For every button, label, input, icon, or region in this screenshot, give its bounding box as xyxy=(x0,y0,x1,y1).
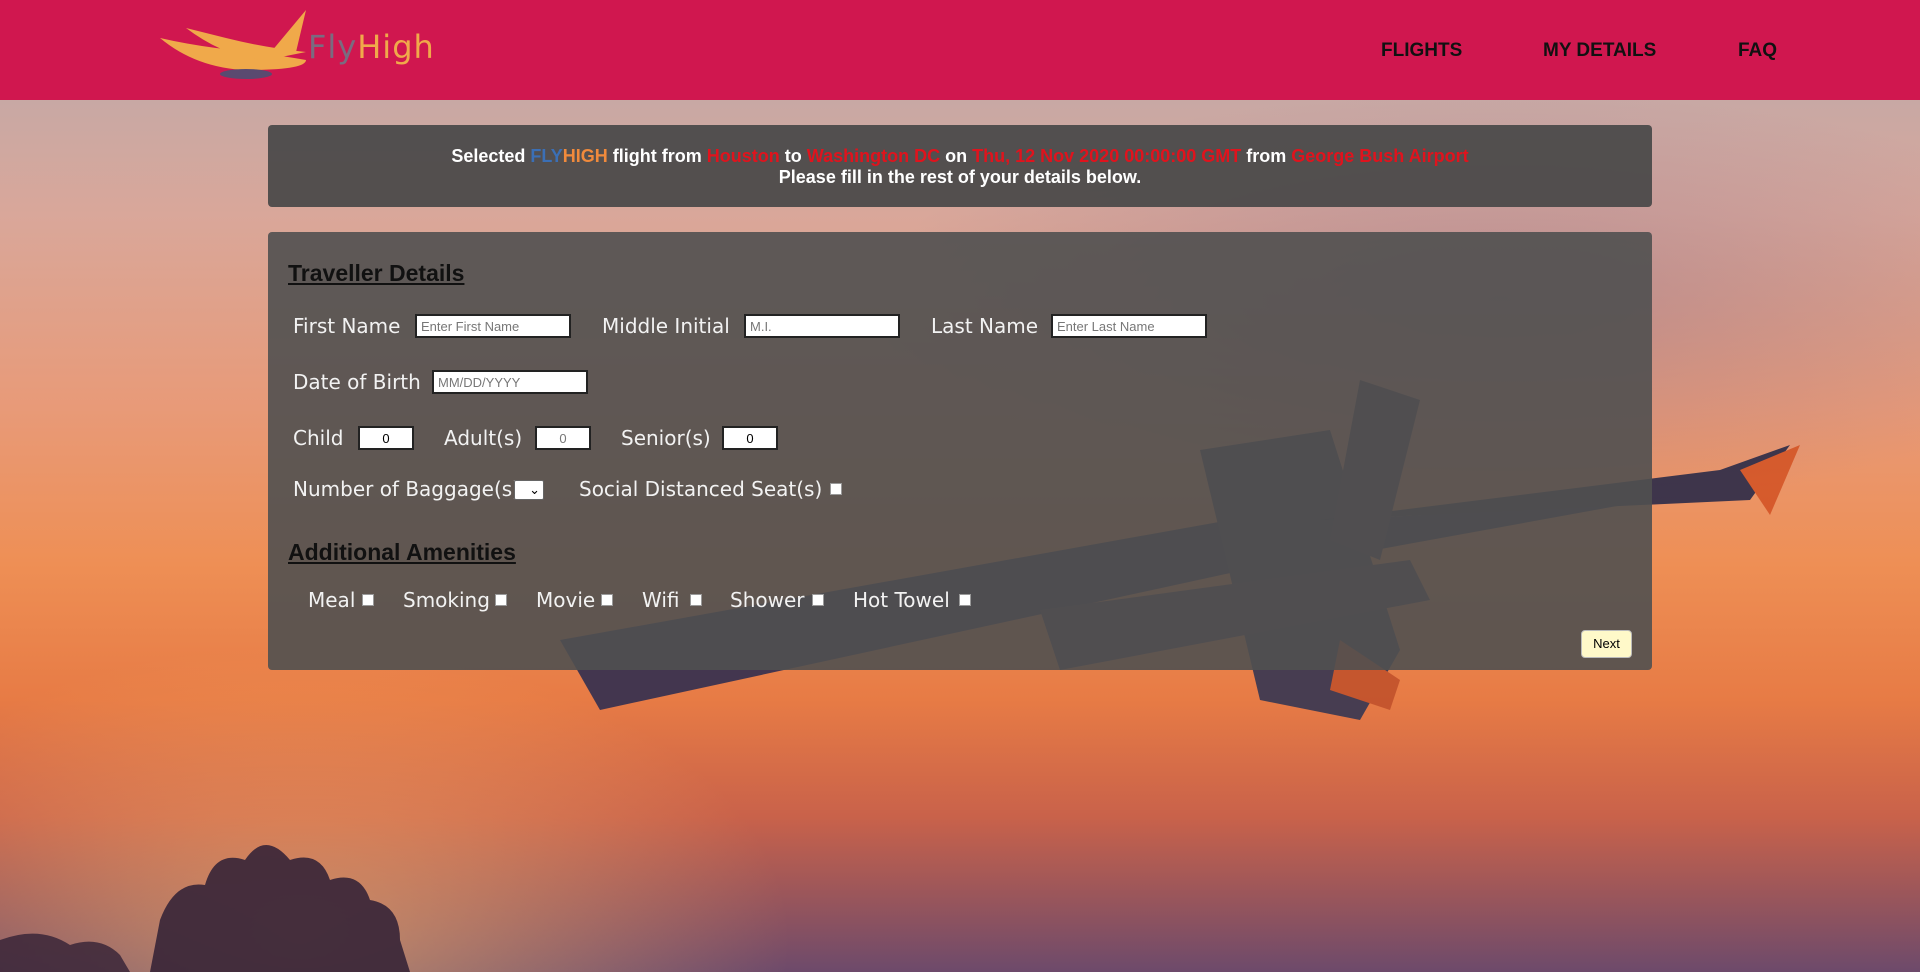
nav-link-faq[interactable]: FAQ xyxy=(1738,40,1777,62)
middle-initial-input[interactable] xyxy=(744,314,900,338)
chevron-down-icon: ⌄ xyxy=(529,482,540,497)
flight-summary-banner: Selected FLYHIGH flight from Houston to … xyxy=(268,125,1652,207)
social-distanced-seat-label: Social Distanced Seat(s) xyxy=(579,477,823,501)
summary-instructions: Please fill in the rest of your details … xyxy=(778,167,1142,187)
amenity-wifi-label: Wifi xyxy=(642,588,680,612)
first-name-label: First Name xyxy=(293,314,401,338)
child-count-input[interactable] xyxy=(358,426,414,450)
summary-word-from: from xyxy=(1246,146,1287,166)
middle-initial-label: Middle Initial xyxy=(602,314,730,338)
amenity-hot-towel-label: Hot Towel xyxy=(853,588,950,612)
nav-link-my-details[interactable]: MY DETAILS xyxy=(1543,40,1656,62)
summary-brand-fly: FLY xyxy=(530,146,563,166)
summary-brand-high: HIGH xyxy=(562,146,608,166)
nav-link-flights[interactable]: FLIGHTS xyxy=(1381,40,1462,62)
flight-summary-line: Selected FLYHIGH flight from Houston to … xyxy=(268,146,1652,167)
amenity-movie-label: Movie xyxy=(536,588,596,612)
additional-amenities-heading: Additional Amenities xyxy=(288,539,516,565)
baggage-label: Number of Baggage(s) xyxy=(293,477,520,501)
first-name-input[interactable] xyxy=(415,314,571,338)
adults-count-input[interactable] xyxy=(535,426,591,450)
seniors-label: Senior(s) xyxy=(621,426,711,450)
amenity-shower-label: Shower xyxy=(730,588,805,612)
summary-date: Thu, 12 Nov 2020 00:00:00 GMT xyxy=(972,146,1242,166)
amenity-smoking-checkbox[interactable] xyxy=(495,594,507,606)
summary-word-selected: Selected xyxy=(451,146,526,166)
adults-label: Adult(s) xyxy=(444,426,523,450)
summary-word-on: on xyxy=(945,146,968,166)
amenity-meal-checkbox[interactable] xyxy=(362,594,374,606)
summary-word-to: to xyxy=(784,146,802,166)
amenity-movie-checkbox[interactable] xyxy=(601,594,613,606)
amenity-shower-checkbox[interactable] xyxy=(812,594,824,606)
baggage-select[interactable]: ⌄ xyxy=(514,480,544,500)
summary-word-flight-from: flight from xyxy=(612,146,702,166)
summary-destination: Washington DC xyxy=(806,146,941,166)
last-name-input[interactable] xyxy=(1051,314,1207,338)
amenity-hot-towel-checkbox[interactable] xyxy=(959,594,971,606)
top-header: FlyHigh FLIGHTS MY DETAILS FAQ xyxy=(0,0,1920,100)
child-label: Child xyxy=(293,426,344,450)
amenity-wifi-checkbox[interactable] xyxy=(690,594,702,606)
social-distanced-seat-checkbox[interactable] xyxy=(830,483,842,495)
amenity-smoking-label: Smoking xyxy=(403,588,490,612)
traveller-details-heading: Traveller Details xyxy=(288,260,465,286)
date-of-birth-input[interactable] xyxy=(432,370,588,394)
summary-airport: George Bush Airport xyxy=(1291,146,1469,166)
next-button[interactable]: Next xyxy=(1581,630,1632,658)
summary-origin: Houston xyxy=(706,146,780,166)
traveller-form: Traveller Details First Name Middle Init… xyxy=(268,232,1652,670)
seniors-count-input[interactable] xyxy=(722,426,778,450)
date-of-birth-label: Date of Birth xyxy=(293,370,421,394)
last-name-label: Last Name xyxy=(931,314,1039,338)
amenity-meal-label: Meal xyxy=(308,588,356,612)
main-nav: FLIGHTS MY DETAILS FAQ xyxy=(0,40,1920,64)
